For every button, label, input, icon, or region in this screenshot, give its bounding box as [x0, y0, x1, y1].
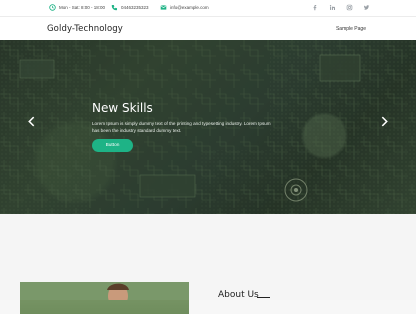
person-photo [20, 282, 189, 308]
hero-slider: New Skills Lorem Ipsum is simply dummy t… [0, 40, 416, 214]
site-brand[interactable]: Goldy-Technology [47, 24, 123, 34]
instagram-icon[interactable] [345, 3, 353, 11]
phone-icon [111, 4, 118, 11]
hero-description: Lorem Ipsum is simply dummy text of the … [92, 121, 271, 133]
email-info[interactable]: info@example.com [160, 4, 209, 11]
social-links [311, 3, 370, 11]
clock-icon [49, 4, 56, 11]
envelope-icon [160, 4, 167, 11]
hero-title: New Skills [92, 101, 153, 115]
hours-text: Mon - Sat: 8:00 - 18:00 [59, 5, 106, 10]
email-text: info@example.com [170, 5, 209, 10]
linkedin-icon[interactable] [328, 3, 336, 11]
about-title-underline [257, 297, 270, 298]
phone-text: 04463235323 [121, 5, 149, 10]
hero-cta-button[interactable]: Button [92, 139, 133, 152]
main-navbar: Goldy-Technology Sample Page [0, 17, 416, 40]
chevron-right-icon [381, 116, 388, 126]
about-title: About Us [218, 290, 259, 300]
hours-info: Mon - Sat: 8:00 - 18:00 [49, 4, 105, 11]
top-info-bar: Mon - Sat: 8:00 - 18:00 04463235323 info… [0, 0, 416, 17]
twitter-icon[interactable] [362, 3, 370, 11]
about-image [20, 282, 189, 314]
nav-link-sample-page[interactable]: Sample Page [336, 26, 366, 32]
slider-next-arrow[interactable] [379, 114, 389, 128]
chevron-left-icon [27, 116, 34, 126]
facebook-icon[interactable] [311, 3, 319, 11]
slider-prev-arrow[interactable] [26, 114, 36, 128]
phone-info[interactable]: 04463235323 [111, 4, 149, 11]
